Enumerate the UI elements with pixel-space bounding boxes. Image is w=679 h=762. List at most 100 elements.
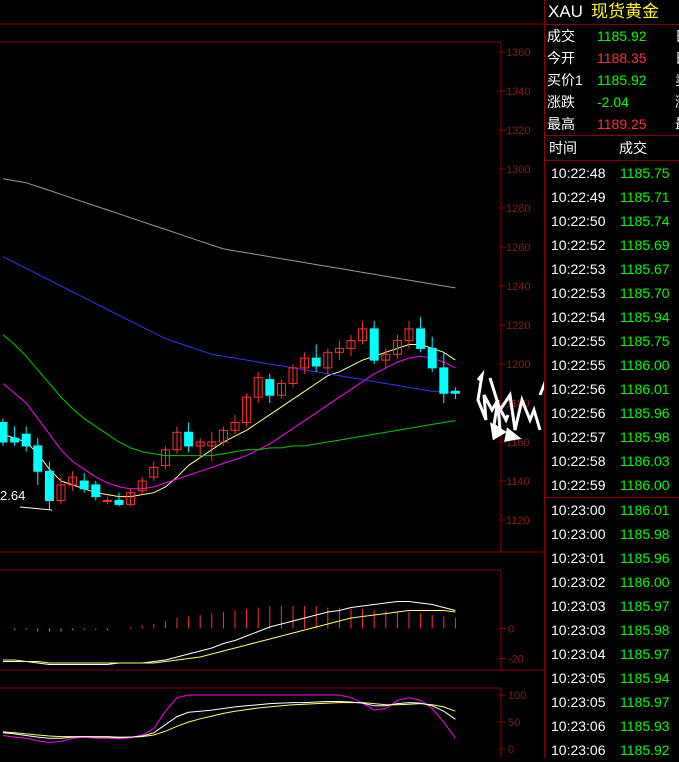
axis-label: 1220 [506, 320, 530, 332]
quote-side-label: 日 [675, 25, 679, 47]
tick-row[interactable]: 10:23:05 1185.97 [545, 690, 679, 714]
quote-label: 成交 [547, 28, 575, 44]
candle-body [439, 367, 449, 394]
kline-chart[interactable]: 1360134013201300128012601240122012001180… [0, 0, 544, 758]
candle-body [102, 500, 112, 502]
symbol-name: 现货黄金 [590, 2, 659, 21]
tick-row[interactable]: 10:23:01 1185.96 [545, 546, 679, 570]
quote-label: 涨跌 [547, 94, 575, 110]
ma2-line [2, 355, 456, 490]
tick-row[interactable]: 10:22:53 1185.67 [545, 257, 679, 281]
tick-row[interactable]: 10:22:49 1185.71 [545, 185, 679, 209]
tick-price: 1185.97 [620, 598, 670, 614]
arrow-head-icon [490, 422, 507, 441]
tick-row[interactable]: 10:23:00 1186.01 [545, 497, 679, 522]
quote-value: 1185.92 [597, 28, 647, 44]
tick-time: 10:23:03 [551, 622, 606, 638]
tick-row[interactable]: 10:23:02 1186.00 [545, 570, 679, 594]
kdj-panel: 100 50 0 [2, 690, 526, 756]
quote-value: -2.04 [597, 94, 629, 110]
quote-label: 今开 [547, 50, 575, 66]
macd-axis-label: -20 [508, 654, 524, 666]
tick-time: 10:22:59 [551, 477, 606, 493]
tick-row[interactable]: 10:23:06 1185.93 [545, 714, 679, 738]
tick-row[interactable]: 10:23:06 1185.92 [545, 738, 679, 762]
tick-price: 1185.98 [620, 429, 670, 445]
tick-time: 10:22:50 [551, 213, 606, 229]
quote-label: 最高 [547, 116, 575, 132]
tick-row[interactable]: 10:22:55 1186.00 [545, 353, 679, 377]
tick-row[interactable]: 10:23:04 1185.97 [545, 642, 679, 666]
symbol-code: XAU [548, 2, 583, 21]
axis-label: 1360 [506, 47, 530, 59]
candle-body [427, 347, 437, 369]
tick-row[interactable]: 10:23:00 1185.98 [545, 522, 679, 546]
tick-time: 10:23:06 [551, 718, 606, 734]
tick-price: 1185.97 [620, 646, 670, 662]
tick-price: 1186.03 [620, 453, 670, 469]
candle-body [10, 437, 20, 443]
tick-price: 1185.75 [620, 165, 670, 181]
tick-price: 1185.92 [620, 742, 670, 758]
tick-row[interactable]: 10:22:55 1185.75 [545, 329, 679, 353]
tick-time: 10:23:06 [551, 742, 606, 758]
axis-label: 1120 [506, 515, 530, 527]
tick-list[interactable]: 10:22:48 1185.75 10:22:49 1185.71 10:22:50 11… [545, 161, 679, 762]
tick-row[interactable]: 10:22:59 1186.00 [545, 473, 679, 497]
candle-body [91, 484, 101, 498]
candle-body [114, 500, 124, 505]
tick-price: 1185.74 [620, 213, 670, 229]
tick-row[interactable]: 10:23:03 1185.98 [545, 618, 679, 642]
low-marker-line [19, 506, 53, 511]
tick-price: 1185.98 [620, 622, 670, 638]
quote-side-label: 涨 [675, 91, 679, 113]
tick-price: 1186.00 [620, 357, 670, 373]
axis-label: 1260 [506, 242, 530, 254]
quote-value: 1188.35 [597, 50, 647, 66]
tick-row[interactable]: 10:23:03 1185.97 [545, 594, 679, 618]
kdj-j-line [2, 694, 456, 744]
tick-time: 10:22:49 [551, 189, 606, 205]
zigzag-arrow-annotation [476, 369, 544, 442]
axis-label: 1240 [506, 281, 530, 293]
tick-time: 10:22:58 [551, 453, 606, 469]
candle-body [311, 357, 321, 367]
macd-axis-label: 0 [508, 624, 514, 636]
kdj-axis-label: 100 [508, 690, 526, 702]
tick-row[interactable]: 10:22:56 1186.01 [545, 377, 679, 401]
tick-row[interactable]: 10:22:52 1185.69 [545, 233, 679, 257]
tick-time: 10:22:53 [551, 261, 606, 277]
quote-row: 涨跌 -2.04 涨 [545, 91, 679, 113]
quote-row: 买价1 1185.92 卖 [545, 69, 679, 91]
tick-row[interactable]: 10:22:58 1186.03 [545, 449, 679, 473]
tick-time: 10:23:01 [551, 550, 606, 566]
candle-body [369, 328, 379, 361]
candle-body [79, 480, 89, 490]
tick-price: 1185.98 [620, 526, 670, 542]
tick-time: 10:23:00 [551, 502, 606, 518]
tick-row[interactable]: 10:22:48 1185.75 [545, 161, 679, 185]
price-axis: 1360134013201300128012601240122012001180… [498, 47, 530, 527]
arrow-head-icon [504, 427, 522, 442]
candle-body [44, 470, 54, 501]
tick-row[interactable]: 10:22:56 1185.96 [545, 401, 679, 425]
ma3-line [2, 334, 456, 457]
quote-label: 买价1 [547, 72, 583, 88]
tick-price: 1185.94 [620, 309, 670, 325]
ticks-time-header: 时间 [549, 140, 577, 156]
tick-price: 1185.75 [620, 333, 670, 349]
tick-row[interactable]: 10:22:54 1185.94 [545, 305, 679, 329]
tick-row[interactable]: 10:23:05 1185.94 [545, 666, 679, 690]
quote-side-label: 卖 [675, 69, 679, 91]
macd-dea-line [3, 610, 456, 664]
candle-body [33, 445, 43, 472]
kline-chart-area[interactable]: 1360 1340 1320 1300 1280 1260 1240 1220 1200 1180… [0, 0, 544, 758]
ticks-header: 时间 成交 [545, 136, 679, 161]
tick-row[interactable]: 10:22:57 1185.98 [545, 425, 679, 449]
ticks-price-header: 成交 [619, 140, 647, 156]
tick-time: 10:23:03 [551, 598, 606, 614]
tick-row[interactable]: 10:22:53 1185.70 [545, 281, 679, 305]
candlesticks [0, 317, 460, 511]
candle-body [0, 422, 8, 443]
tick-row[interactable]: 10:22:50 1185.74 [545, 209, 679, 233]
